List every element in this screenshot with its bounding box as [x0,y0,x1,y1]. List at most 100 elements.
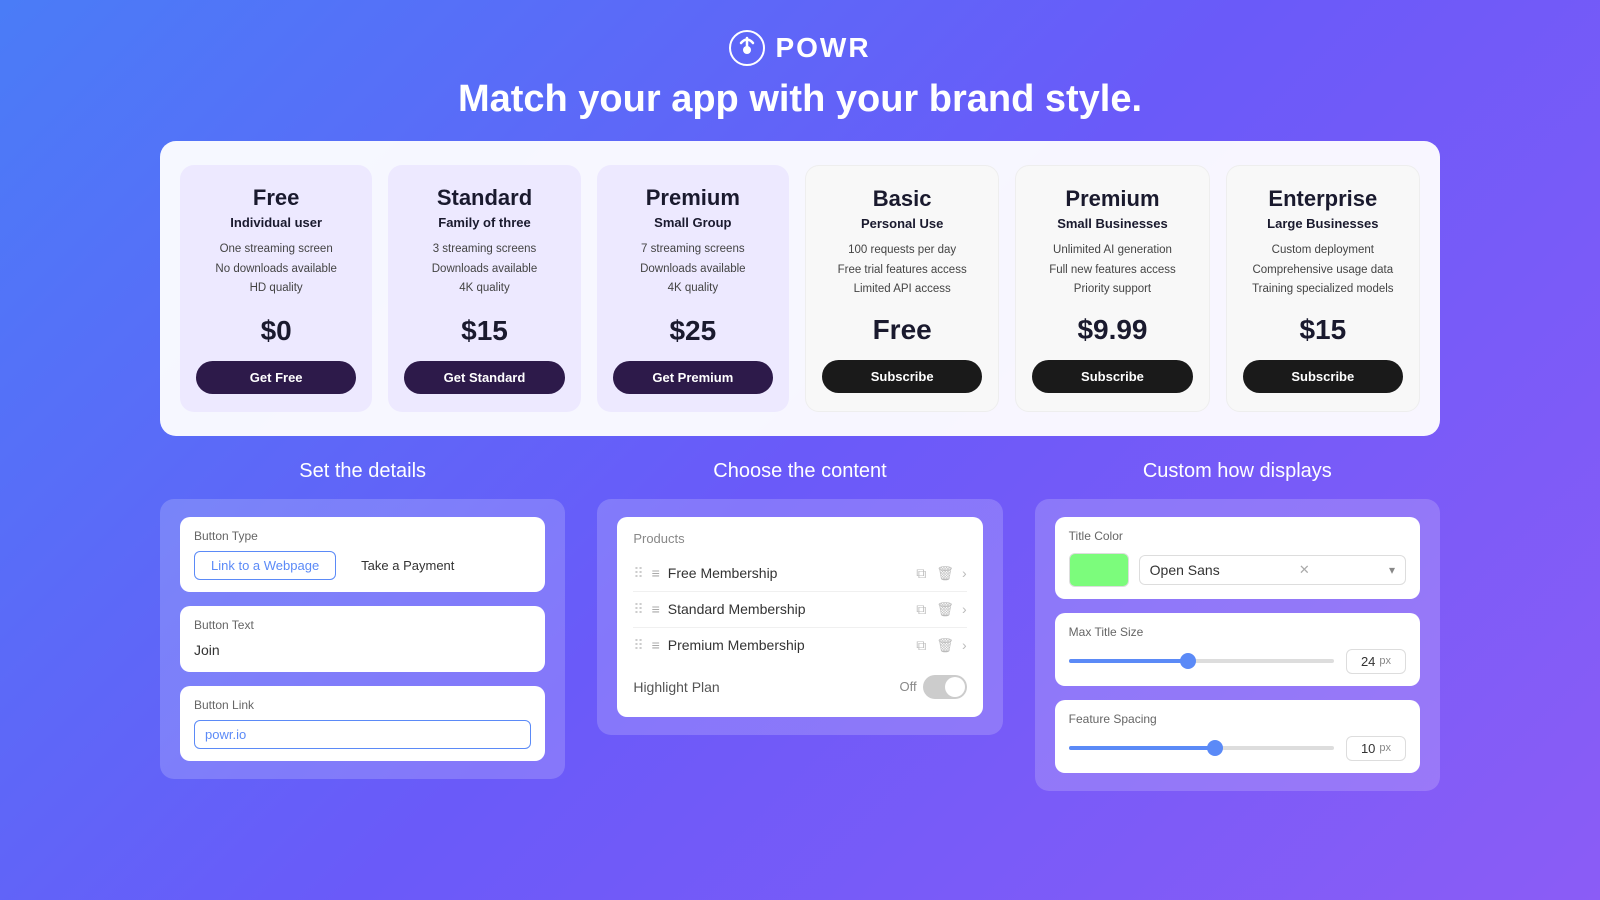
btn-type-link[interactable]: Link to a Webpage [194,551,336,580]
list-item: ⠿ ≡ Standard Membership ⧉ 🗑 › [633,592,966,628]
plan-title-premium2: Premium [1065,186,1159,212]
products-card: Products ⠿ ≡ Free Membership ⧉ 🗑 › ⠿ ≡ S… [617,517,982,717]
plan-features-free: One streaming screenNo downloads availab… [215,240,336,301]
list-item: ⠿ ≡ Premium Membership ⧉ 🗑 › [633,628,966,663]
plan-card-enterprise: Enterprise Large Businesses Custom deploym… [1226,165,1420,412]
list-icon: ≡ [652,565,660,581]
plan-btn-premium[interactable]: Get Premium [613,361,773,394]
powr-logo-icon [729,30,765,66]
font-select[interactable]: Open Sans ✕ ▾ [1139,555,1406,585]
color-font-row: Open Sans ✕ ▾ [1069,553,1406,587]
plan-price-standard: $15 [461,315,508,347]
drag-icon[interactable]: ⠿ [633,637,643,654]
plan-card-free: Free Individual user One streaming screenN… [180,165,372,412]
plan-price-basic: Free [873,314,932,346]
logo-row: POWR [729,30,870,66]
max-title-size-field: Max Title Size 24 px [1055,613,1420,686]
delete-icon[interactable]: 🗑 [936,565,954,582]
plan-btn-free[interactable]: Get Free [196,361,356,394]
chevron-right-icon[interactable]: › [962,565,967,581]
logo-text: POWR [775,32,870,64]
plan-title-premium: Premium [646,185,740,211]
feature-spacing-thumb[interactable] [1207,740,1223,756]
toggle-row: Off [900,675,967,699]
plan-price-premium2: $9.99 [1077,314,1147,346]
copy-icon[interactable]: ⧉ [916,637,926,654]
plan-features-premium2: Unlimited AI generationFull new features… [1049,241,1176,300]
max-title-size-fill [1069,659,1188,663]
list-icon: ≡ [652,637,660,653]
products-list: ⠿ ≡ Free Membership ⧉ 🗑 › ⠿ ≡ Standard M… [633,556,966,663]
chevron-right-icon[interactable]: › [962,601,967,617]
plan-btn-premium2[interactable]: Subscribe [1032,360,1192,393]
tagline: Match your app with your brand style. [458,78,1142,121]
product-name: Free Membership [668,565,908,581]
copy-icon[interactable]: ⧉ [916,601,926,618]
set-details-col: Set the details Button Type Link to a We… [160,460,565,791]
button-text-label: Button Text [194,618,531,632]
plan-price-enterprise: $15 [1299,314,1346,346]
max-title-size-track[interactable] [1069,659,1334,663]
max-title-size-thumb[interactable] [1180,653,1196,669]
set-details-heading: Set the details [160,460,565,483]
bottom-section: Set the details Button Type Link to a We… [160,460,1440,791]
highlight-plan-toggle[interactable] [923,675,967,699]
plan-price-free: $0 [261,315,292,347]
copy-icon[interactable]: ⧉ [916,565,926,582]
header: POWR Match your app with your brand styl… [458,0,1142,141]
plan-card-premium2: PremiumSmall BusinessesUnlimited AI gene… [1015,165,1209,412]
plan-title-basic: Basic [873,186,932,212]
color-swatch[interactable] [1069,553,1129,587]
custom-display-col: Custom how displays Title Color Open San… [1035,460,1440,791]
button-type-row: Link to a Webpage Take a Payment [194,551,531,580]
feature-spacing-label: Feature Spacing [1069,712,1406,726]
products-label: Products [633,531,966,546]
drag-icon[interactable]: ⠿ [633,565,643,582]
button-link-label: Button Link [194,698,531,712]
delete-icon[interactable]: 🗑 [936,637,954,654]
feature-spacing-track[interactable] [1069,746,1334,750]
chevron-right-icon[interactable]: › [962,637,967,653]
btn-type-payment[interactable]: Take a Payment [344,551,471,580]
max-title-size-label: Max Title Size [1069,625,1406,639]
plan-btn-standard[interactable]: Get Standard [404,361,564,394]
plan-title-enterprise: Enterprise [1268,186,1377,212]
list-icon: ≡ [652,601,660,617]
plan-title-free: Free [253,185,299,211]
max-title-size-value: 24 [1361,654,1375,669]
delete-icon[interactable]: 🗑 [936,601,954,618]
plan-subtitle-free: Individual user [230,215,322,230]
highlight-plan-label: Highlight Plan [633,679,719,695]
plan-subtitle-basic: Personal Use [861,216,943,231]
plan-features-basic: 100 requests per dayFree trial features … [838,241,967,300]
font-dropdown-icon[interactable]: ▾ [1389,563,1395,577]
custom-display-heading: Custom how displays [1035,460,1440,483]
drag-icon[interactable]: ⠿ [633,601,643,618]
highlight-plan-state: Off [900,679,917,694]
font-clear-icon[interactable]: ✕ [1299,562,1310,578]
button-text-group: Button Text [180,606,545,672]
plan-features-enterprise: Custom deploymentComprehensive usage dat… [1252,241,1393,300]
product-actions: ⧉ 🗑 [916,565,954,582]
choose-content-card: Products ⠿ ≡ Free Membership ⧉ 🗑 › ⠿ ≡ S… [597,499,1002,735]
plan-subtitle-enterprise: Large Businesses [1267,216,1378,231]
plan-subtitle-premium: Small Group [654,215,731,230]
title-color-field: Title Color Open Sans ✕ ▾ [1055,517,1420,599]
feature-spacing-unit: px [1379,742,1391,754]
highlight-plan-row: Highlight Plan Off [633,663,966,703]
list-item: ⠿ ≡ Free Membership ⧉ 🗑 › [633,556,966,592]
feature-spacing-slider-row: 10 px [1069,736,1406,761]
button-link-input[interactable] [194,720,531,749]
plan-price-premium: $25 [669,315,716,347]
button-text-input[interactable] [194,640,531,660]
title-color-label: Title Color [1069,529,1406,543]
plan-features-standard: 3 streaming screensDownloads available4K… [432,240,537,301]
max-title-size-unit: px [1379,655,1391,667]
plan-btn-basic[interactable]: Subscribe [822,360,982,393]
button-type-group: Button Type Link to a Webpage Take a Pay… [180,517,545,592]
button-link-group: Button Link [180,686,545,761]
feature-spacing-value: 10 [1361,741,1375,756]
plan-card-standard: StandardFamily of three3 streaming scree… [388,165,580,412]
feature-spacing-value-box: 10 px [1346,736,1406,761]
plan-btn-enterprise[interactable]: Subscribe [1243,360,1403,393]
